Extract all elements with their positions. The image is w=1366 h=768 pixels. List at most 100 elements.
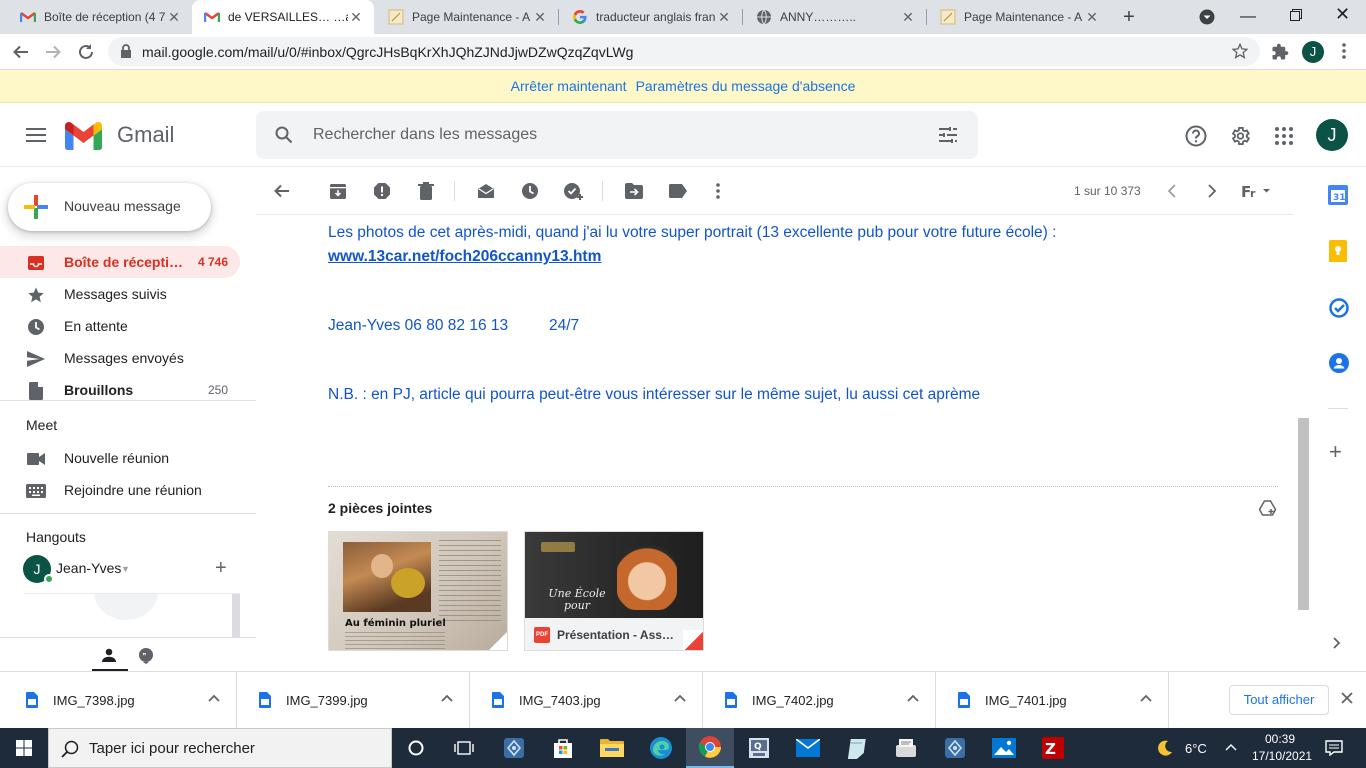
- contacts-tab[interactable]: [92, 638, 128, 672]
- network-app-icon-2[interactable]: [931, 728, 979, 768]
- download-item[interactable]: IMG_7398.jpg: [4, 672, 237, 728]
- close-icon[interactable]: ✕: [716, 9, 732, 25]
- expand-panel-icon[interactable]: [1333, 637, 1341, 649]
- file-explorer-icon[interactable]: [588, 728, 636, 768]
- tab-search-icon[interactable]: [1199, 9, 1215, 25]
- stop-vacation-link[interactable]: Arrêter maintenant: [511, 78, 627, 94]
- snooze-clock-icon[interactable]: [518, 179, 542, 203]
- chevron-up-icon[interactable]: [441, 694, 453, 702]
- input-tools-icon[interactable]: Fr: [1238, 179, 1274, 203]
- taskbar-search-box[interactable]: Taper ici pour rechercher: [48, 728, 392, 768]
- tab-message[interactable]: de VERSAILLES… …aus ✕: [192, 0, 374, 34]
- apps-grid-icon[interactable]: [1275, 127, 1293, 145]
- edge-icon[interactable]: [637, 728, 685, 768]
- download-item[interactable]: IMG_7399.jpg: [237, 672, 470, 728]
- chevron-up-icon[interactable]: [907, 694, 919, 702]
- delete-trash-icon[interactable]: [414, 179, 438, 203]
- close-icon[interactable]: ✕: [900, 9, 916, 25]
- notifications-icon[interactable]: [1325, 740, 1343, 756]
- download-item[interactable]: IMG_7401.jpg: [936, 672, 1169, 728]
- sidebar-item-snoozed[interactable]: En attente: [0, 310, 240, 342]
- help-icon[interactable]: [1185, 125, 1207, 147]
- reload-icon[interactable]: [77, 43, 95, 61]
- task-view-icon[interactable]: [440, 728, 488, 768]
- more-options-icon[interactable]: [706, 179, 730, 203]
- vacation-settings-link[interactable]: Paramètres du message d'absence: [636, 78, 856, 94]
- download-item[interactable]: IMG_7403.jpg: [470, 672, 703, 728]
- close-icon[interactable]: ✕: [348, 9, 364, 25]
- bookmark-star-icon[interactable]: [1232, 43, 1248, 59]
- cortana-icon[interactable]: [392, 728, 440, 768]
- weather-moon-icon[interactable]: [1156, 739, 1174, 757]
- mark-unread-icon[interactable]: [474, 179, 498, 203]
- store-icon[interactable]: [539, 728, 587, 768]
- search-bar[interactable]: Rechercher dans les messages: [256, 111, 978, 159]
- compose-button[interactable]: Nouveau message: [8, 183, 211, 231]
- sidebar-item-starred[interactable]: Messages suivis: [0, 278, 240, 310]
- close-icon[interactable]: ✕: [1084, 9, 1100, 25]
- message-link[interactable]: www.13car.net/foch206ccanny13.htm: [328, 248, 601, 266]
- back-arrow-icon[interactable]: [12, 43, 30, 61]
- lock-icon[interactable]: [120, 44, 132, 58]
- extensions-icon[interactable]: [1271, 43, 1289, 61]
- tab-maintenance-1[interactable]: Page Maintenance - A ✕: [376, 0, 558, 34]
- show-all-downloads-button[interactable]: Tout afficher: [1229, 685, 1329, 715]
- windows-start-icon[interactable]: [0, 728, 48, 768]
- sidebar-item-drafts[interactable]: Brouillons 250: [0, 374, 240, 406]
- main-menu-icon[interactable]: [26, 128, 46, 142]
- tray-chevron-up-icon[interactable]: [1225, 743, 1237, 751]
- label-icon[interactable]: [666, 179, 690, 203]
- get-addons-icon[interactable]: +: [1329, 441, 1342, 463]
- close-window-button[interactable]: ✕: [1335, 4, 1350, 25]
- scrollbar[interactable]: [232, 594, 240, 637]
- add-to-tasks-icon[interactable]: [562, 179, 586, 203]
- archive-icon[interactable]: [326, 179, 350, 203]
- mail-icon[interactable]: [784, 728, 832, 768]
- account-avatar[interactable]: J: [1316, 119, 1348, 151]
- chevron-up-icon[interactable]: [208, 694, 220, 702]
- close-icon[interactable]: ✕: [532, 9, 548, 25]
- add-hangout-icon[interactable]: +: [215, 557, 227, 580]
- message-scrollbar-thumb[interactable]: [1298, 418, 1309, 610]
- meet-new-meeting[interactable]: Nouvelle réunion: [0, 442, 240, 474]
- download-item[interactable]: IMG_7402.jpg: [703, 672, 936, 728]
- sidebar-item-sent[interactable]: Messages envoyés: [0, 342, 240, 374]
- clock-time[interactable]: 00:39: [1265, 732, 1295, 746]
- contacts-icon[interactable]: [1329, 353, 1349, 373]
- chrome-icon[interactable]: [686, 728, 734, 768]
- photos-icon[interactable]: [980, 728, 1028, 768]
- attachment-thumbnail-pdf[interactable]: Une École pour PDF Présentation - Ass…: [524, 531, 704, 651]
- sticky-notes-icon[interactable]: [833, 728, 881, 768]
- newer-chevron-icon[interactable]: [1160, 179, 1184, 203]
- search-icon[interactable]: [275, 126, 293, 144]
- gmail-logo-icon[interactable]: [65, 122, 102, 150]
- minimize-button[interactable]: —: [1240, 8, 1256, 26]
- close-icon[interactable]: ✕: [166, 9, 182, 25]
- more-vert-icon[interactable]: [1342, 43, 1346, 59]
- tasks-icon[interactable]: [1329, 298, 1349, 318]
- calendar-icon[interactable]: 31: [1328, 185, 1348, 205]
- tab-maintenance-2[interactable]: Page Maintenance - A ✕: [928, 0, 1110, 34]
- dropdown-arrow-icon[interactable]: ▼: [121, 564, 130, 574]
- save-to-drive-icon[interactable]: [1259, 500, 1277, 516]
- filezilla-icon[interactable]: Z: [1029, 728, 1077, 768]
- attachment-thumbnail-article[interactable]: Au féminin pluriel: [328, 531, 508, 651]
- clock-date[interactable]: 17/10/2021: [1252, 749, 1312, 763]
- chevron-up-icon[interactable]: [674, 694, 686, 702]
- search-input[interactable]: Rechercher dans les messages: [313, 126, 537, 144]
- address-bar[interactable]: mail.google.com/mail/u/0/#inbox/QgrcJHsB…: [108, 37, 1260, 66]
- move-to-icon[interactable]: [622, 179, 646, 203]
- sidebar-item-inbox[interactable]: Boîte de récepti… 4 746: [0, 246, 240, 278]
- forward-arrow-icon[interactable]: [44, 43, 62, 61]
- close-shelf-icon[interactable]: [1341, 692, 1353, 704]
- weather-temperature[interactable]: 6°C: [1185, 741, 1207, 756]
- restore-button[interactable]: [1290, 9, 1302, 21]
- tab-anny[interactable]: ANNY……….. ✕: [744, 0, 926, 34]
- chrome-profile-avatar[interactable]: J: [1302, 41, 1324, 63]
- remote-app-icon[interactable]: Q: [735, 728, 783, 768]
- search-options-icon[interactable]: [939, 127, 957, 143]
- back-to-inbox-icon[interactable]: [270, 179, 294, 203]
- tab-translator[interactable]: traducteur anglais fran ✕: [560, 0, 742, 34]
- meet-join-meeting[interactable]: Rejoindre une réunion: [0, 474, 240, 506]
- conversations-icon[interactable]: ❞: [138, 648, 154, 664]
